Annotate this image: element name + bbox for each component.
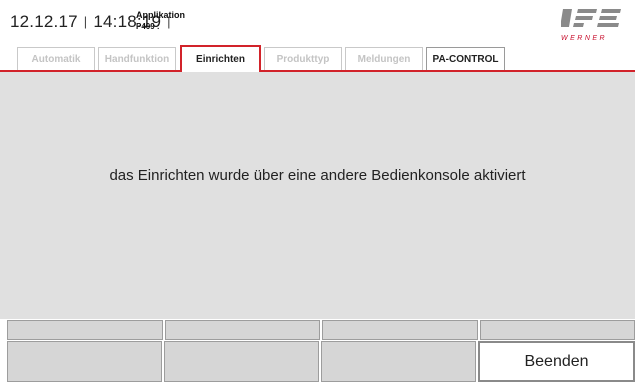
logo-mark-icon: [560, 9, 621, 27]
app-label: Applikation: [136, 10, 185, 20]
app-code: P409 :: [136, 22, 160, 31]
function-key-6[interactable]: [164, 341, 319, 382]
function-key-row-top: [7, 320, 635, 340]
tab-bar: Automatik Handfunktion Einrichten Produk…: [0, 45, 635, 72]
werner-logo: WERNER: [560, 7, 621, 42]
function-key-2[interactable]: [164, 320, 320, 340]
tab-pa-control[interactable]: PA-CONTROL: [426, 47, 505, 70]
tab-automatik[interactable]: Automatik: [17, 47, 95, 70]
function-key-3[interactable]: [322, 320, 478, 340]
function-key-7[interactable]: [321, 341, 476, 382]
function-key-5[interactable]: [7, 341, 162, 382]
status-message: das Einrichten wurde über eine andere Be…: [109, 167, 526, 184]
tab-einrichten[interactable]: Einrichten: [180, 45, 261, 72]
function-key-1[interactable]: [7, 320, 163, 340]
logo-text: WERNER: [561, 35, 608, 42]
beenden-button[interactable]: Beenden: [478, 341, 635, 382]
function-key-4[interactable]: [479, 320, 635, 340]
separator: |: [83, 14, 88, 29]
date-text: 12.12.17: [10, 12, 78, 31]
tab-meldungen[interactable]: Meldungen: [345, 47, 423, 70]
function-key-row-bottom: Beenden: [7, 341, 635, 382]
main-content-area: das Einrichten wurde über eine andere Be…: [0, 72, 635, 319]
application-info: Applikation P409 :: [136, 9, 185, 33]
tab-produkttyp[interactable]: Produkttyp: [264, 47, 342, 70]
tab-handfunktion[interactable]: Handfunktion: [98, 47, 176, 70]
